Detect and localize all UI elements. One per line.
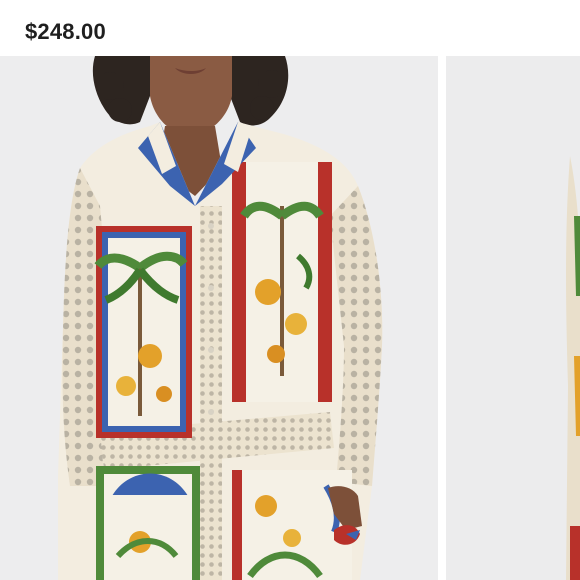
print-panel-lower-left	[96, 466, 200, 580]
product-image-carousel[interactable]	[0, 56, 580, 580]
print-panel-left	[94, 226, 192, 438]
product-price: $248.00	[25, 19, 106, 44]
product-page: $248.00	[0, 0, 580, 580]
product-photo-next[interactable]	[446, 56, 580, 580]
print-panel-right	[232, 162, 332, 402]
next-photo-illustration	[446, 56, 580, 580]
model-photo-illustration	[0, 56, 438, 580]
price-header: $248.00	[0, 0, 580, 56]
product-photo-main[interactable]	[0, 56, 438, 580]
